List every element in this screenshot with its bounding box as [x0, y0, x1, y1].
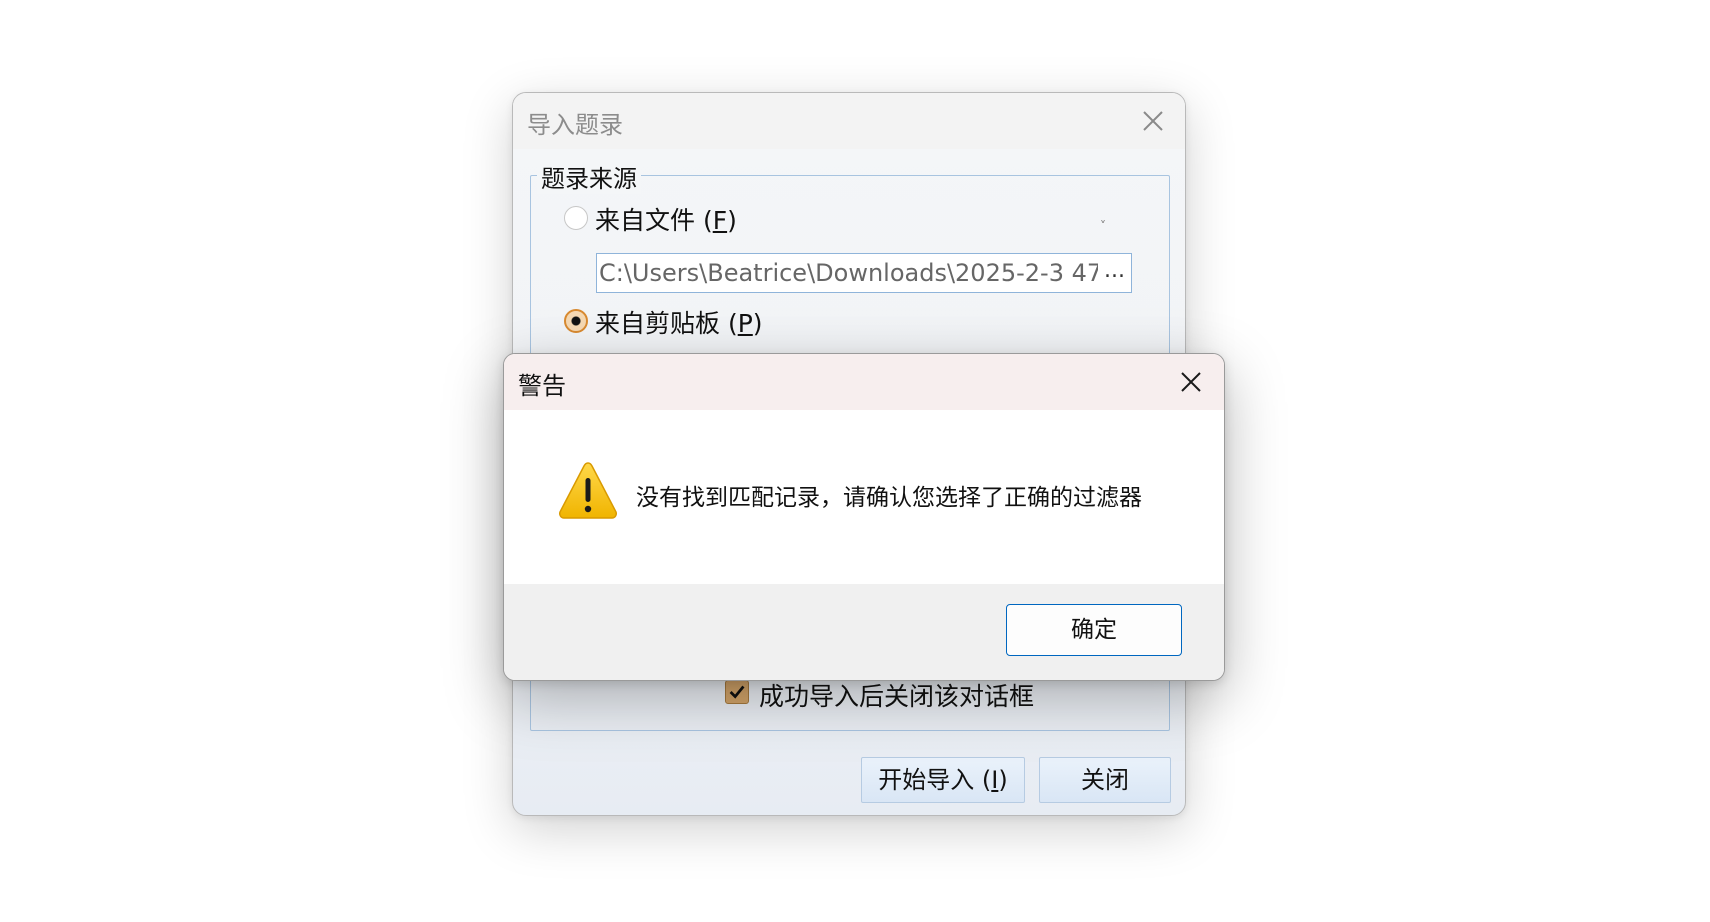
chevron-down-icon: ˅ [1100, 219, 1106, 233]
close-after-import-checkbox[interactable] [725, 680, 749, 704]
from-clipboard-radio[interactable] [564, 309, 588, 333]
warning-dialog-titlebar: 警告 [504, 354, 1224, 410]
browse-button[interactable]: ... [1098, 254, 1125, 292]
file-path-value: C:\Users\Beatrice\Downloads\2025-2-3 47( [599, 259, 1112, 287]
import-dialog-titlebar: 导入题录 [513, 93, 1185, 149]
file-path-field[interactable]: C:\Users\Beatrice\Downloads\2025-2-3 47(… [596, 253, 1132, 293]
source-group-label: 题录来源 [537, 159, 641, 194]
start-import-button[interactable]: 开始导入 (I) [861, 757, 1025, 803]
warning-icon [559, 462, 617, 519]
import-dialog-title: 导入题录 [527, 111, 623, 139]
close-icon[interactable] [1139, 107, 1167, 135]
from-file-radio[interactable] [564, 206, 588, 230]
desktop-stage: 导入题录 题录来源 来自文件 (F) C:\Users\Beatrice\Dow… [0, 0, 1710, 922]
warning-dialog: 警告 没有找到匹配记录，请确认您选择了正确的过滤器 确定 [503, 353, 1225, 681]
close-after-import-label[interactable]: 成功导入后关闭该对话框 [759, 677, 1034, 713]
close-icon[interactable] [1176, 367, 1206, 397]
warning-footer: 确定 [504, 584, 1224, 680]
checkmark-icon [729, 685, 745, 699]
warning-message: 没有找到匹配记录，请确认您选择了正确的过滤器 [636, 485, 1142, 511]
ok-button[interactable]: 确定 [1006, 604, 1182, 656]
from-clipboard-label[interactable]: 来自剪贴板 (P) [595, 304, 763, 340]
close-button[interactable]: 关闭 [1039, 757, 1171, 803]
warning-dialog-title: 警告 [518, 372, 566, 400]
from-file-label[interactable]: 来自文件 (F) [595, 201, 737, 237]
warning-body: 没有找到匹配记录，请确认您选择了正确的过滤器 [504, 410, 1224, 584]
